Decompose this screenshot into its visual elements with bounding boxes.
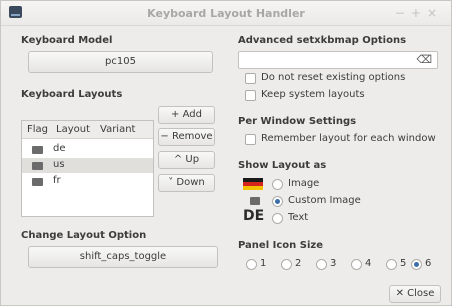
keyboard-layouts-label: Keyboard Layouts: [21, 89, 123, 100]
move-up-button[interactable]: ^ Up: [158, 151, 215, 169]
keep-system-checkbox[interactable]: [245, 90, 256, 101]
flag-icon: [32, 146, 43, 154]
column-layout[interactable]: Layout: [56, 124, 90, 135]
no-reset-label: Do not reset existing options: [261, 72, 406, 83]
layout-row-de[interactable]: de: [22, 142, 153, 157]
clear-input-icon[interactable]: ⌫: [416, 53, 432, 66]
flag-icon: [32, 178, 43, 186]
change-layout-option-button[interactable]: shift_caps_toggle: [28, 246, 218, 268]
icon-size-radio-2[interactable]: [281, 259, 292, 270]
layout-name: fr: [53, 175, 61, 186]
layouts-list-header: Flag Layout Variant: [22, 121, 153, 139]
icon-size-label-5: 5: [400, 258, 407, 269]
minimize-icon[interactable]: −: [395, 6, 411, 20]
move-down-button[interactable]: ˅ Down: [158, 174, 215, 192]
window-title: Keyboard Layout Handler: [147, 7, 305, 20]
icon-size-label-4: 4: [365, 258, 372, 269]
remember-layout-label: Remember layout for each window: [261, 133, 436, 144]
column-variant[interactable]: Variant: [100, 124, 135, 135]
maximize-icon[interactable]: +: [411, 6, 427, 20]
column-flag[interactable]: Flag: [27, 124, 48, 135]
icon-size-radio-5[interactable]: [386, 259, 397, 270]
keyboard-model-button[interactable]: pc105: [28, 51, 213, 73]
layout-name: de: [53, 143, 66, 154]
change-layout-option-label: Change Layout Option: [21, 230, 147, 241]
german-flag-icon: [243, 178, 263, 190]
advanced-options-label: Advanced setxkbmap Options: [238, 35, 407, 46]
icon-size-label-3: 3: [330, 258, 337, 269]
layout-name: us: [53, 159, 65, 170]
show-custom-image-radio[interactable]: [272, 196, 283, 207]
show-image-label: Image: [288, 178, 320, 189]
remember-layout-checkbox[interactable]: [245, 134, 256, 145]
add-layout-button[interactable]: + Add: [158, 106, 215, 124]
remove-layout-button[interactable]: − Remove: [158, 128, 215, 146]
icon-size-label-2: 2: [295, 258, 302, 269]
keep-system-label: Keep system layouts: [261, 89, 365, 100]
icon-size-radio-4[interactable]: [351, 259, 362, 270]
setxkbmap-options-input[interactable]: ⌫: [238, 51, 438, 69]
title-bar[interactable]: Keyboard Layout Handler −+×: [1, 1, 451, 26]
show-layout-label: Show Layout as: [238, 160, 327, 171]
keyboard-model-label: Keyboard Model: [21, 35, 113, 46]
close-button[interactable]: ✕ Close: [389, 285, 441, 303]
icon-size-radio-6[interactable]: [411, 259, 422, 270]
layout-row-us[interactable]: us: [22, 158, 153, 173]
icon-size-label-1: 1: [260, 258, 267, 269]
icon-size-radio-1[interactable]: [246, 259, 257, 270]
icon-size-label-6: 6: [425, 258, 432, 269]
per-window-settings-label: Per Window Settings: [238, 116, 357, 127]
custom-image-icon: [250, 197, 260, 205]
keyboard-layout-window: Keyboard Layout Handler −+× Keyboard Mod…: [0, 0, 452, 306]
text-preview: DE: [243, 208, 265, 224]
show-text-label: Text: [288, 212, 309, 223]
window-controls: −+×: [395, 6, 443, 20]
layout-row-fr[interactable]: fr: [22, 174, 153, 189]
show-custom-image-label: Custom Image: [288, 195, 361, 206]
close-window-icon[interactable]: ×: [427, 6, 443, 20]
panel-icon-size-label: Panel Icon Size: [238, 240, 323, 251]
layouts-list[interactable]: Flag Layout Variant de us fr: [21, 120, 154, 217]
no-reset-checkbox[interactable]: [245, 73, 256, 84]
show-text-radio[interactable]: [272, 213, 283, 224]
show-image-radio[interactable]: [272, 179, 283, 190]
icon-size-radio-3[interactable]: [316, 259, 327, 270]
flag-icon: [32, 162, 43, 170]
